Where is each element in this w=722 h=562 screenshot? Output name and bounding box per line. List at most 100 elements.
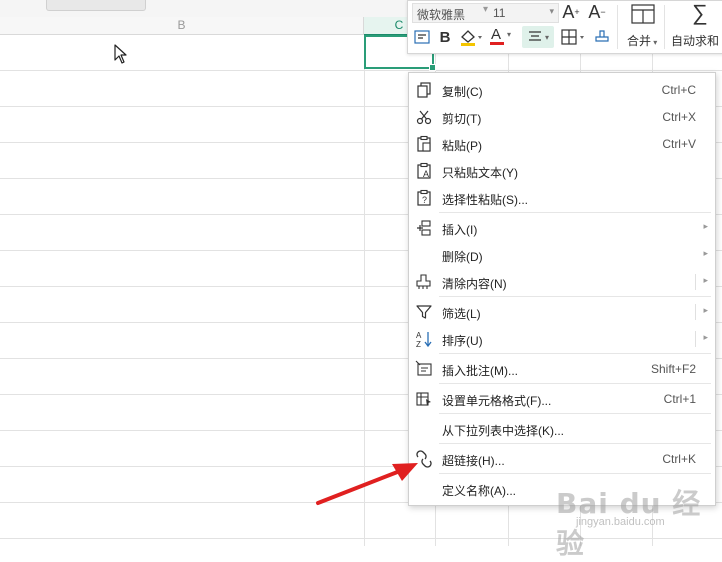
menu-item-label: 定义名称(A)... xyxy=(442,484,516,498)
watermark-url-text: jingyan.baidu.com xyxy=(576,516,665,528)
menu-separator xyxy=(439,353,711,354)
svg-text:?: ? xyxy=(422,195,427,205)
toolbar-divider xyxy=(664,5,665,49)
column-header-c-label: C xyxy=(394,18,404,32)
merge-label: 合并 xyxy=(627,34,652,48)
watermark-url: jingyan.baidu.com xyxy=(576,516,665,528)
menu-item-label: 删除(D) xyxy=(442,250,483,264)
svg-text:A: A xyxy=(423,169,429,179)
link-icon xyxy=(416,450,432,468)
menu-item-shortcut: Ctrl+K xyxy=(662,452,696,466)
font-name-dropdown-icon: ▾ xyxy=(483,4,489,15)
svg-text:A: A xyxy=(416,331,422,340)
column-header-b-label: B xyxy=(177,18,186,32)
menu-item-insert[interactable]: 插入(I) ▸ xyxy=(409,215,715,241)
menu-item-paste-text-only[interactable]: A 只粘贴文本(Y) xyxy=(409,158,715,184)
filter-icon xyxy=(416,305,432,319)
menu-item-label: 粘贴(P) xyxy=(442,139,482,153)
context-menu: 复制(C) Ctrl+C 剪切(T) Ctrl+X 粘贴(P) Ctrl+V A… xyxy=(408,72,716,506)
menu-item-sort[interactable]: A Z 排序(U) ▸ xyxy=(409,326,715,352)
font-name-select[interactable]: 微软雅黑 ▾ 11 ▾ xyxy=(412,3,559,23)
menu-separator xyxy=(439,296,711,297)
mouse-pointer-icon xyxy=(114,44,127,64)
comment-icon xyxy=(415,360,432,376)
menu-item-label: 复制(C) xyxy=(442,85,483,99)
menu-item-delete[interactable]: 删除(D) ▸ xyxy=(409,242,715,268)
menu-item-label: 剪切(T) xyxy=(442,112,482,126)
menu-separator xyxy=(439,383,711,384)
menu-item-filter[interactable]: 筛选(L) ▸ xyxy=(409,299,715,325)
menu-item-hyperlink[interactable]: 超链接(H)... Ctrl+K xyxy=(409,446,715,472)
menu-separator xyxy=(439,212,711,213)
menu-item-label: 选择性粘贴(S)... xyxy=(442,193,528,207)
menu-item-shortcut: Ctrl+C xyxy=(661,83,696,97)
column-line xyxy=(364,35,365,546)
insert-icon xyxy=(417,220,431,236)
toolbar-divider xyxy=(617,5,618,49)
wrap-text-icon[interactable] xyxy=(413,28,431,46)
submenu-divider xyxy=(695,274,696,290)
menu-item-paste[interactable]: 粘贴(P) Ctrl+V xyxy=(409,131,715,157)
menu-item-label: 从下拉列表中选择(K)... xyxy=(442,424,564,438)
submenu-arrow-icon[interactable]: ▸ xyxy=(703,275,708,286)
menu-item-label: 排序(U) xyxy=(442,334,483,348)
menu-item-format-cells[interactable]: 设置单元格格式(F)... Ctrl+1 xyxy=(409,386,715,412)
font-color-icon[interactable]: A ▾ xyxy=(488,26,514,48)
search-tab[interactable] xyxy=(46,0,146,11)
menu-separator xyxy=(439,413,711,414)
submenu-divider xyxy=(695,331,696,347)
merge-button[interactable]: 合并 ▾ xyxy=(627,32,657,49)
bold-icon[interactable]: B xyxy=(436,27,454,47)
menu-separator xyxy=(439,473,711,474)
menu-item-shortcut: Ctrl+V xyxy=(662,137,696,151)
autosum-icon[interactable]: ∑ xyxy=(688,0,712,25)
borders-icon[interactable] xyxy=(560,28,586,46)
paste-text-icon: A xyxy=(417,162,431,179)
autosum-label: 自动求和 xyxy=(671,34,720,48)
format-painter-icon[interactable] xyxy=(592,28,612,46)
menu-item-label: 设置单元格格式(F)... xyxy=(442,394,552,408)
menu-item-label: 插入(I) xyxy=(442,223,478,237)
menu-item-pick-from-list[interactable]: 从下拉列表中选择(K)... xyxy=(409,416,715,442)
decrease-font-size-icon[interactable]: A − xyxy=(586,2,608,22)
menu-item-paste-special[interactable]: ? 选择性粘贴(S)... xyxy=(409,185,715,211)
copy-icon xyxy=(417,82,431,98)
font-size-value[interactable]: 11 xyxy=(493,6,505,20)
paste-icon xyxy=(417,135,431,152)
merge-cells-icon[interactable] xyxy=(630,3,656,25)
menu-item-label: 清除内容(N) xyxy=(442,277,507,291)
svg-text:Z: Z xyxy=(416,340,421,348)
menu-item-insert-comment[interactable]: 插入批注(M)... Shift+F2 xyxy=(409,356,715,382)
menu-item-label: 筛选(L) xyxy=(442,307,481,321)
submenu-arrow-icon[interactable]: ▸ xyxy=(703,332,708,343)
menu-item-label: 只粘贴文本(Y) xyxy=(442,166,518,180)
sort-icon: A Z xyxy=(416,331,432,348)
menu-separator xyxy=(439,443,711,444)
align-center-icon[interactable]: ▾ xyxy=(522,26,554,48)
fill-color-icon[interactable] xyxy=(458,27,484,47)
scissors-icon xyxy=(416,110,432,125)
menu-item-shortcut: Shift+F2 xyxy=(650,362,696,376)
column-header-b[interactable]: B xyxy=(0,17,364,35)
font-name-value: 微软雅黑 xyxy=(417,8,466,22)
font-color-swatch xyxy=(490,42,504,45)
submenu-arrow-icon[interactable]: ▸ xyxy=(703,305,708,316)
fill-handle[interactable] xyxy=(429,64,436,71)
menu-item-shortcut: Ctrl+X xyxy=(662,110,696,124)
row-line xyxy=(0,70,722,71)
menu-item-shortcut: Ctrl+1 xyxy=(663,392,696,406)
submenu-divider xyxy=(695,304,696,320)
menu-item-label: 插入批注(M)... xyxy=(442,364,518,378)
menu-item-label: 超链接(H)... xyxy=(442,454,505,468)
eraser-icon xyxy=(416,274,431,289)
submenu-arrow-icon: ▸ xyxy=(703,221,708,231)
submenu-arrow-icon: ▸ xyxy=(703,248,708,258)
menu-item-cut[interactable]: 剪切(T) Ctrl+X xyxy=(409,104,715,130)
format-cells-icon xyxy=(416,392,431,406)
menu-item-copy[interactable]: 复制(C) Ctrl+C xyxy=(409,77,715,103)
autosum-button[interactable]: 自动求和 xyxy=(671,32,719,49)
menu-item-clear-contents[interactable]: 清除内容(N) ▸ xyxy=(409,269,715,295)
increase-font-size-icon[interactable]: A + xyxy=(560,2,582,22)
font-size-dropdown-icon[interactable]: ▾ xyxy=(549,6,554,17)
floating-format-toolbar: 微软雅黑 ▾ 11 ▾ A + A − B A ▾ ▾ 合并 ▾ ∑ 自动求和 xyxy=(407,0,722,54)
